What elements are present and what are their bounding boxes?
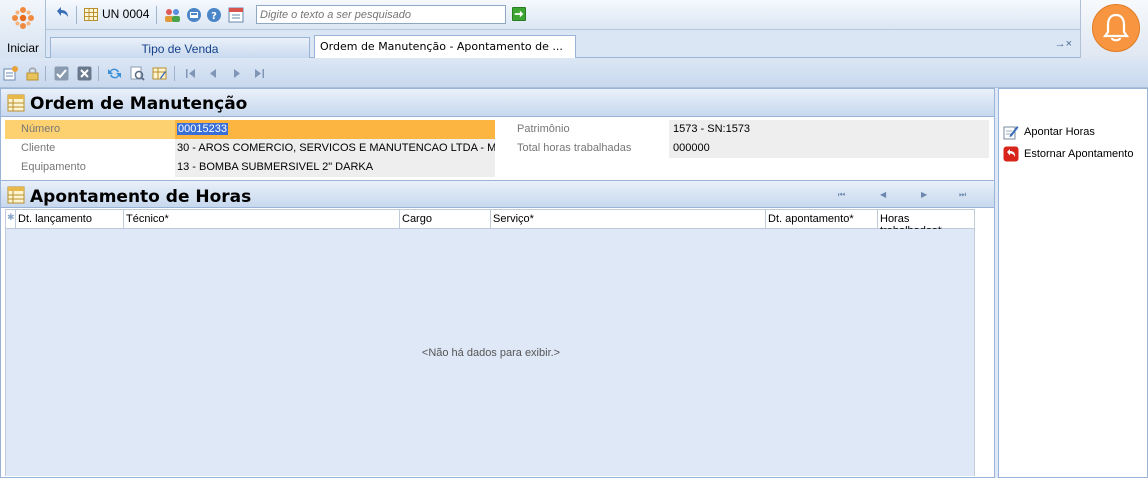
last-record-icon[interactable]: [252, 66, 267, 81]
app-window: Iniciar UN 0004 ? Digite o texto a ser p…: [0, 0, 1148, 478]
toolbar-separator: [156, 6, 157, 24]
toolbar-separator: [98, 66, 99, 81]
row-selector-icon[interactable]: ✱: [6, 210, 16, 228]
col-dt-apontamento[interactable]: Dt. apontamento*: [766, 210, 878, 228]
previous-record-icon[interactable]: [206, 66, 221, 81]
edit-grid-icon[interactable]: [152, 66, 167, 81]
tab-strip: Tipo de Venda Ordem de Manutenção - Apon…: [46, 30, 1080, 59]
col-tecnico[interactable]: Técnico*: [124, 210, 400, 228]
hours-panel-header: Apontamento de Horas ⏮ ◀ ▶ ⏭: [1, 180, 994, 208]
first-record-icon[interactable]: [183, 66, 198, 81]
undo-icon[interactable]: [54, 6, 70, 24]
hours-panel-title: Apontamento de Horas: [30, 187, 252, 207]
estornar-apontamento-button[interactable]: Estornar Apontamento: [1003, 145, 1133, 163]
grid-previous-icon[interactable]: ◀: [880, 190, 886, 199]
new-record-icon[interactable]: [3, 66, 18, 81]
col-cargo[interactable]: Cargo: [400, 210, 491, 228]
start-button[interactable]: Iniciar: [0, 0, 46, 58]
lock-icon[interactable]: [25, 66, 40, 81]
hours-grid-body: <Não há dados para exibir.>: [5, 229, 975, 476]
unit-grid-icon: [84, 8, 98, 21]
empty-message: <Não há dados para exibir.>: [421, 347, 561, 359]
cancel-icon[interactable]: [77, 66, 92, 81]
users-icon[interactable]: [164, 6, 182, 24]
notifications-button[interactable]: [1080, 0, 1148, 58]
start-label: Iniciar: [6, 41, 39, 55]
numero-value[interactable]: 00015233: [175, 120, 495, 139]
table-icon: [7, 186, 25, 204]
hours-grid-header: ✱ Dt. lançamento Técnico* Cargo Serviço*…: [5, 209, 975, 237]
help-icon[interactable]: ?: [206, 6, 222, 24]
refresh-icon[interactable]: [107, 66, 122, 81]
tab-ordem-manutencao[interactable]: Ordem de Manutenção - Apontamento de ...: [314, 35, 576, 59]
order-panel-header: Ordem de Manutenção: [1, 89, 994, 117]
search-go-icon[interactable]: [512, 7, 526, 21]
search-record-icon[interactable]: [130, 66, 145, 81]
toolbar-separator: [174, 66, 175, 81]
col-dt-lancamento[interactable]: Dt. lançamento: [16, 210, 124, 228]
total-horas-label: Total horas trabalhadas: [517, 142, 632, 154]
total-horas-value: 000000: [669, 139, 989, 158]
tab-tipo-de-venda[interactable]: Tipo de Venda: [50, 37, 310, 58]
next-record-icon[interactable]: [229, 66, 244, 81]
grid-last-icon[interactable]: ⏭: [959, 190, 966, 200]
undo-red-icon: [1003, 146, 1019, 162]
close-tabs-icon[interactable]: →×: [1055, 38, 1072, 50]
action-toolbar: [0, 58, 1148, 88]
pencil-note-icon: [1003, 126, 1019, 140]
toolbar-separator: [45, 66, 46, 81]
patrimonio-label: Patrimônio: [501, 120, 669, 139]
unit-label[interactable]: UN 0004: [102, 7, 149, 21]
order-panel-title: Ordem de Manutenção: [30, 94, 248, 114]
search-input[interactable]: [256, 5, 506, 24]
order-form: Número 00015233 Patrimônio 1573 - SN:157…: [1, 118, 994, 180]
quick-toolbar: UN 0004 ?: [46, 0, 1080, 30]
table-icon: [7, 94, 25, 112]
window-switch-icon[interactable]: [186, 6, 202, 24]
cliente-value[interactable]: 30 - AROS COMERCIO, SERVICOS E MANUTENCA…: [175, 139, 495, 158]
confirm-icon[interactable]: [54, 66, 69, 81]
estornar-apontamento-label: Estornar Apontamento: [1024, 148, 1134, 160]
calendar-icon[interactable]: [228, 6, 244, 24]
svg-text:?: ?: [211, 11, 217, 22]
bell-icon: [1102, 13, 1130, 42]
col-horas-trabalhadas[interactable]: Horas trabalhadas*: [878, 210, 975, 237]
grid-next-icon[interactable]: ▶: [921, 190, 927, 199]
cliente-label: Cliente: [21, 142, 56, 154]
grid-first-icon[interactable]: ⏮: [838, 190, 845, 200]
apontar-horas-button[interactable]: Apontar Horas: [1003, 123, 1095, 141]
start-logo-icon: [12, 7, 34, 29]
equipamento-value[interactable]: 13 - BOMBA SUBMERSIVEL 2" DARKA: [175, 158, 495, 177]
side-actions-panel: Apontar Horas Estornar Apontamento: [998, 88, 1148, 478]
apontar-horas-label: Apontar Horas: [1024, 126, 1095, 138]
patrimonio-value: 1573 - SN:1573: [669, 120, 989, 139]
equipamento-label: Equipamento: [21, 161, 86, 173]
toolbar-separator: [76, 6, 77, 24]
col-servico[interactable]: Serviço*: [491, 210, 766, 228]
numero-value-text: 00015233: [177, 123, 228, 135]
main-panel: Ordem de Manutenção Número 00015233 Patr…: [0, 88, 995, 478]
numero-label: Número: [5, 120, 175, 139]
